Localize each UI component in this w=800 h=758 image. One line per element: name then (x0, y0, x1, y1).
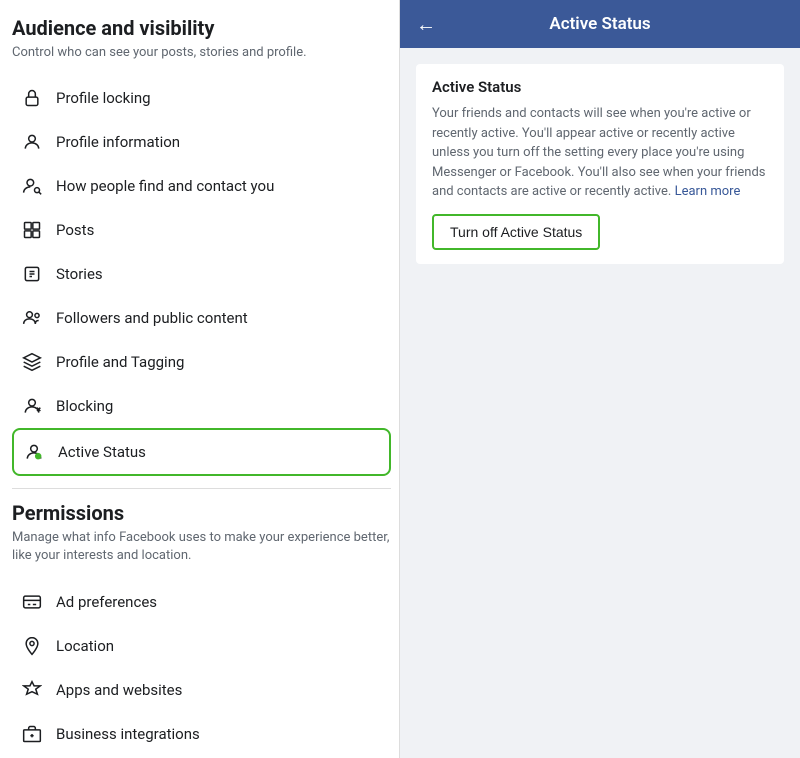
sidebar-item-label: Business integrations (56, 725, 200, 743)
sidebar-item-label: Profile information (56, 133, 180, 151)
sidebar-item-stories[interactable]: Stories (12, 252, 391, 296)
sidebar-item-blocking[interactable]: Blocking (12, 384, 391, 428)
left-panel: Audience and visibility Control who can … (0, 0, 400, 758)
sidebar-item-label: Location (56, 637, 114, 655)
tag-icon (20, 350, 44, 374)
right-panel: ← Active Status Active Status Your frien… (400, 0, 800, 758)
sidebar-item-label: Stories (56, 265, 103, 283)
business-icon (20, 722, 44, 746)
permissions-section: Permissions Manage what info Facebook us… (12, 501, 391, 758)
sidebar-item-label: Active Status (58, 443, 146, 461)
sidebar-item-profile-information[interactable]: Profile information (12, 120, 391, 164)
audience-title: Audience and visibility (12, 16, 391, 40)
stories-icon (20, 262, 44, 286)
ad-icon (20, 590, 44, 614)
active-status-icon (22, 440, 46, 464)
audience-subtitle: Control who can see your posts, stories … (12, 44, 391, 62)
sidebar-item-label: Followers and public content (56, 309, 248, 327)
sidebar-item-business-integrations[interactable]: Business integrations (12, 712, 391, 756)
sidebar-item-active-status[interactable]: Active Status (12, 428, 391, 476)
back-button[interactable]: ← (416, 12, 436, 37)
sidebar-item-label: Apps and websites (56, 681, 182, 699)
card-title: Active Status (432, 78, 768, 96)
right-header-title: Active Status (448, 14, 752, 34)
sidebar-item-apps-websites[interactable]: Apps and websites (12, 668, 391, 712)
sidebar-item-label: Posts (56, 221, 94, 239)
sidebar-item-label: Blocking (56, 397, 113, 415)
location-icon (20, 634, 44, 658)
posts-icon (20, 218, 44, 242)
right-header: ← Active Status (400, 0, 800, 48)
permissions-title: Permissions (12, 501, 391, 525)
permissions-subtitle: Manage what info Facebook uses to make y… (12, 529, 391, 565)
sidebar-item-label: Profile locking (56, 89, 151, 107)
followers-icon (20, 306, 44, 330)
sidebar-item-label: Profile and Tagging (56, 353, 184, 371)
sidebar-item-ad-preferences[interactable]: Ad preferences (12, 580, 391, 624)
sidebar-item-location[interactable]: Location (12, 624, 391, 668)
audience-section: Audience and visibility Control who can … (12, 16, 391, 476)
sidebar-item-how-people-find[interactable]: How people find and contact you (12, 164, 391, 208)
sidebar-item-label: How people find and contact you (56, 177, 274, 195)
person-search-icon (20, 174, 44, 198)
sidebar-item-posts[interactable]: Posts (12, 208, 391, 252)
block-icon (20, 394, 44, 418)
card-description: Your friends and contacts will see when … (432, 104, 768, 202)
learn-more-link[interactable]: Learn more (675, 184, 741, 199)
right-content: Active Status Your friends and contacts … (400, 48, 800, 758)
sidebar-item-profile-tagging[interactable]: Profile and Tagging (12, 340, 391, 384)
sidebar-item-label: Ad preferences (56, 593, 157, 611)
section-divider (12, 488, 391, 489)
sidebar-item-followers[interactable]: Followers and public content (12, 296, 391, 340)
sidebar-item-profile-locking[interactable]: Profile locking (12, 76, 391, 120)
person-icon (20, 130, 44, 154)
apps-icon (20, 678, 44, 702)
turn-off-active-status-button[interactable]: Turn off Active Status (432, 214, 600, 250)
lock-icon (20, 86, 44, 110)
active-status-card: Active Status Your friends and contacts … (416, 64, 784, 264)
